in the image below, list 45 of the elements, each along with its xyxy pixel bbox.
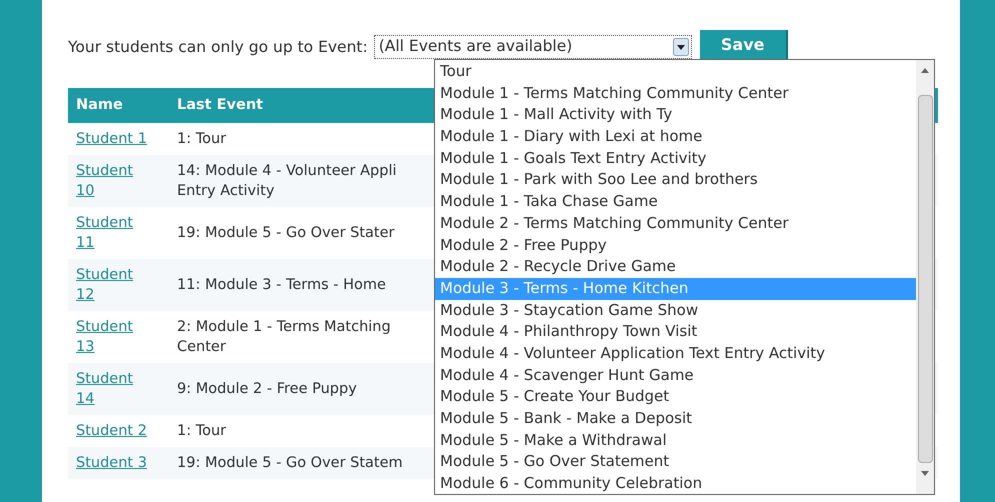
dropdown-option[interactable]: Module 2 - Free Puppy <box>435 234 916 256</box>
dropdown-option[interactable]: Module 5 - Bank - Make a Deposit <box>435 408 916 430</box>
student-link[interactable]: Student 11 <box>76 213 154 253</box>
dropdown-option[interactable]: Module 1 - Mall Activity with Ty <box>435 104 916 126</box>
dropdown-option[interactable]: Module 5 - Go Over Statement <box>435 451 916 474</box>
last-event-text: Center <box>177 338 226 357</box>
dropdown-option[interactable]: Module 4 - Volunteer Application Text Entry Activity <box>435 342 916 365</box>
last-event-text: 1: Tour <box>177 422 226 441</box>
dropdown-option[interactable]: Module 1 - Diary with Lexi at home <box>435 126 916 148</box>
student-link[interactable]: Student 3 <box>76 453 154 473</box>
event-limit-label: Your students can only go up to Event: <box>68 37 368 58</box>
last-event-text: 19: Module 5 - Go Over Stater <box>177 224 394 243</box>
scroll-down-icon <box>921 471 929 476</box>
scrollbar[interactable] <box>916 60 934 494</box>
last-event-text: 1: Tour <box>177 130 226 149</box>
scroll-up-icon <box>921 68 929 73</box>
student-link[interactable]: Student 14 <box>76 369 154 409</box>
dropdown-option[interactable]: Module 2 - Terms Matching Community Center <box>435 212 916 234</box>
student-link[interactable]: Student 12 <box>76 265 154 305</box>
last-event-text: 2: Module 1 - Terms Matching <box>177 318 391 337</box>
dropdown-option[interactable]: Module 3 - Staycation Game Show <box>435 300 916 322</box>
last-event-text: 11: Module 3 - Terms - Home <box>177 276 386 295</box>
column-header: Name <box>76 96 123 113</box>
student-link[interactable]: Student 2 <box>76 421 154 441</box>
dropdown-option[interactable]: Module 4 - Scavenger Hunt Game <box>435 364 916 386</box>
dropdown-option[interactable]: Module 6 - Community Celebration <box>435 473 916 495</box>
last-event-text: 14: Module 4 - Volunteer Appli <box>177 162 397 181</box>
dropdown-option[interactable]: Module 4 - Philanthropy Town Visit <box>435 321 916 343</box>
dropdown-option[interactable]: Module 2 - Recycle Drive Game <box>435 256 916 278</box>
last-event-text: 19: Module 5 - Go Over Statem <box>177 454 403 473</box>
student-link[interactable]: Student 13 <box>76 317 154 357</box>
caret-icon <box>672 38 689 56</box>
dropdown-option[interactable]: Module 1 - Taka Chase Game <box>435 191 916 213</box>
student-link[interactable]: Student 10 <box>76 161 154 201</box>
dropdown-option[interactable]: Module 5 - Make a Withdrawal <box>435 430 916 452</box>
scroll-thumb[interactable] <box>918 95 932 463</box>
dropdown-option[interactable]: Module 5 - Create Your Budget <box>435 386 916 408</box>
last-event-text: 9: Module 2 - Free Puppy <box>177 380 357 399</box>
student-link[interactable]: Student 1 <box>76 129 154 149</box>
dropdown-option[interactable]: Tour <box>435 61 916 83</box>
column-header: Last Event <box>177 96 264 113</box>
dropdown-option[interactable]: Module 1 - Terms Matching Community Center <box>435 82 916 104</box>
dropdown-option[interactable]: Module 1 - Park with Soo Lee and brothers <box>435 169 916 192</box>
last-event-text: Entry Activity <box>177 182 274 201</box>
dropdown-option[interactable]: Module 1 - Goals Text Entry Activity <box>435 148 916 170</box>
